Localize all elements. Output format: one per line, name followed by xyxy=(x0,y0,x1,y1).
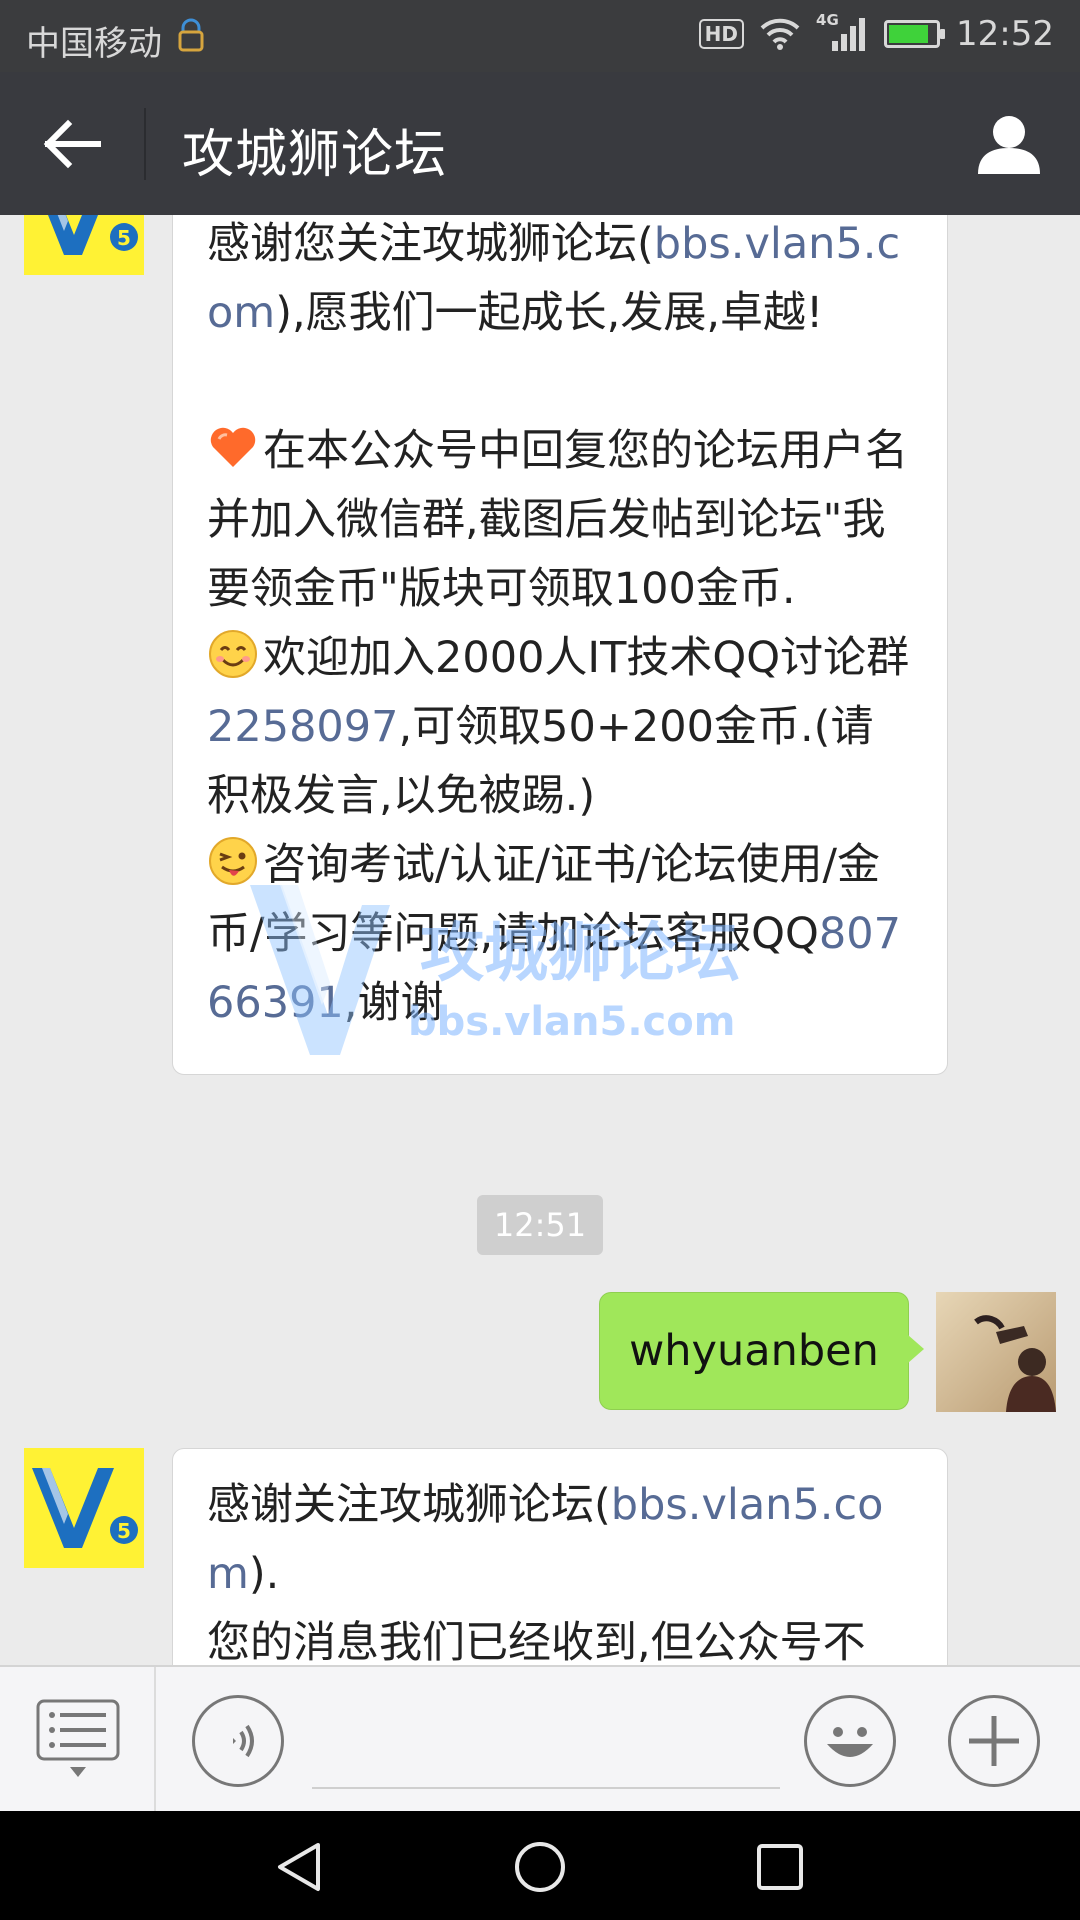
title-divider xyxy=(144,108,146,180)
status-bar: 中国移动 HD 4G 12:52 xyxy=(0,0,1080,72)
qq-group-link[interactable]: 2258097 xyxy=(207,702,399,752)
user-photo xyxy=(936,1292,1056,1412)
v5-logo-icon: 5 xyxy=(24,215,144,275)
system-nav-bar xyxy=(0,1811,1080,1920)
message-timestamp: 12:51 xyxy=(477,1195,603,1255)
clock: 12:52 xyxy=(956,14,1054,54)
hd-badge: HD xyxy=(698,19,745,49)
svg-text:5: 5 xyxy=(117,226,131,250)
wink-tongue-emoji-icon xyxy=(209,837,257,885)
chat-area[interactable]: 5 感谢您关注攻城狮论坛(bbs.vlan5.com),愿我们一起成长,发展,卓… xyxy=(0,215,1080,1665)
plus-icon xyxy=(969,1716,1019,1766)
message-text: 在本公众号中回复您的论坛用户名并加入微信群,截图后发帖到论坛"我要领金币"版块可… xyxy=(207,426,908,614)
input-divider xyxy=(154,1667,156,1811)
person-icon[interactable] xyxy=(976,112,1042,176)
add-more-button[interactable] xyxy=(948,1695,1040,1787)
smiley-icon xyxy=(827,1727,873,1757)
nav-home-icon[interactable] xyxy=(512,1839,568,1895)
message-text: 咨询考试/认证/证书/论坛使用/金币/学习等问题,请加论坛客服QQ xyxy=(207,840,880,959)
outgoing-message-bubble[interactable]: whyuanben xyxy=(599,1292,924,1410)
outgoing-text: whyuanben xyxy=(629,1326,879,1376)
input-bar xyxy=(0,1665,1080,1811)
v5-logo-icon: 5 xyxy=(24,1448,144,1568)
carrier-lock-icon xyxy=(178,18,204,52)
message-text: 您的消息我们已经收到,但公众号不 xyxy=(207,1618,866,1665)
user-avatar[interactable] xyxy=(936,1292,1056,1412)
sender-avatar[interactable]: 5 xyxy=(24,215,144,275)
voice-icon xyxy=(233,1724,254,1758)
page-title: 攻城狮论坛 xyxy=(182,125,448,185)
message-text: 感谢关注攻城狮论坛( xyxy=(207,1480,611,1530)
message-input[interactable] xyxy=(312,1787,780,1789)
svg-text:5: 5 xyxy=(117,1519,131,1543)
message-text: 欢迎加入2000人IT技术QQ讨论群 xyxy=(263,633,910,683)
message-text: 感谢您关注攻城狮论坛( xyxy=(207,219,654,269)
back-arrow-icon[interactable] xyxy=(40,114,108,174)
voice-button[interactable] xyxy=(192,1695,284,1787)
heart-emoji-icon xyxy=(210,427,256,467)
battery-icon xyxy=(884,20,946,48)
menu-list-icon[interactable] xyxy=(36,1699,120,1779)
message-text: ),愿我们一起成长,发展,卓越! xyxy=(275,288,824,338)
message-text: ). xyxy=(248,1549,280,1599)
emoji-button[interactable] xyxy=(804,1695,896,1787)
smile-emoji-icon xyxy=(209,630,257,678)
sender-avatar[interactable]: 5 xyxy=(24,1448,144,1568)
incoming-message-bubble[interactable]: 感谢您关注攻城狮论坛(bbs.vlan5.com),愿我们一起成长,发展,卓越!… xyxy=(172,215,948,1075)
title-bar: 攻城狮论坛 xyxy=(0,72,1080,215)
signal-icon: 4G xyxy=(816,11,868,51)
battery-level xyxy=(889,25,929,43)
carrier-name: 中国移动 xyxy=(26,24,162,64)
message-text: ,谢谢 xyxy=(343,978,444,1028)
nav-recents-icon[interactable] xyxy=(752,1839,808,1895)
nav-back-icon[interactable] xyxy=(272,1839,328,1895)
wifi-icon xyxy=(760,18,800,50)
incoming-message-bubble[interactable]: 感谢关注攻城狮论坛(bbs.vlan5.com). 您的消息我们已经收到,但公众… xyxy=(172,1448,948,1665)
